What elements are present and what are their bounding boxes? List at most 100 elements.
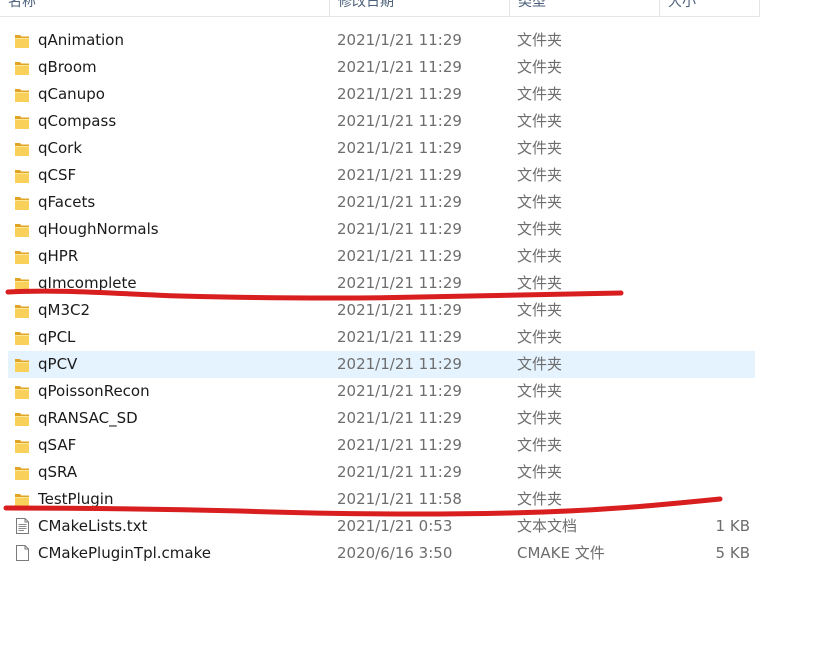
file-list: qAnimation 2021/1/21 11:29 文件夹 qBroom 2021/1… bbox=[0, 27, 825, 567]
file-row[interactable]: qPCL 2021/1/21 11:29 文件夹 bbox=[0, 324, 825, 351]
modified-date: 2021/1/21 11:29 bbox=[337, 112, 462, 130]
file-row[interactable]: qSAF 2021/1/21 11:29 文件夹 bbox=[0, 432, 825, 459]
file-name: qPoissonRecon bbox=[38, 382, 150, 400]
file-type: 文件夹 bbox=[517, 31, 563, 49]
folder-icon bbox=[15, 60, 29, 75]
file-name: qCanupo bbox=[38, 85, 105, 103]
file-row[interactable]: qCSF 2021/1/21 11:29 文件夹 bbox=[0, 162, 825, 189]
file-type: 文件夹 bbox=[517, 355, 563, 373]
file-type: 文件夹 bbox=[517, 463, 563, 481]
file-row[interactable]: qRANSAC_SD 2021/1/21 11:29 文件夹 bbox=[0, 405, 825, 432]
folder-icon bbox=[15, 384, 29, 399]
column-header-name[interactable]: 名称 bbox=[0, 0, 330, 16]
file-type: 文件夹 bbox=[517, 85, 563, 103]
folder-icon bbox=[15, 492, 29, 507]
file-row[interactable]: qCompass 2021/1/21 11:29 文件夹 bbox=[0, 108, 825, 135]
column-header-bar: 名称 修改日期 类型 大小 bbox=[0, 0, 760, 17]
column-header-date-label: 修改日期 bbox=[338, 0, 394, 10]
file-type: 文件夹 bbox=[517, 409, 563, 427]
folder-icon bbox=[15, 222, 29, 237]
file-row[interactable]: qPCV 2021/1/21 11:29 文件夹 bbox=[0, 351, 825, 378]
file-type: 文件夹 bbox=[517, 490, 563, 508]
modified-date: 2021/1/21 11:29 bbox=[337, 355, 462, 373]
column-divider[interactable] bbox=[759, 0, 760, 16]
column-header-type[interactable]: 类型 bbox=[510, 0, 660, 16]
folder-icon bbox=[15, 438, 29, 453]
folder-icon bbox=[15, 87, 29, 102]
modified-date: 2021/1/21 11:29 bbox=[337, 463, 462, 481]
file-name: qBroom bbox=[38, 58, 97, 76]
column-header-size-label: 大小 bbox=[668, 0, 696, 10]
file-type: 文件夹 bbox=[517, 274, 563, 292]
file-type: 文件夹 bbox=[517, 382, 563, 400]
file-row[interactable]: TestPlugin 2021/1/21 11:58 文件夹 bbox=[0, 486, 825, 513]
folder-icon bbox=[15, 195, 29, 210]
modified-date: 2021/1/21 0:53 bbox=[337, 517, 453, 535]
file-name: qSRA bbox=[38, 463, 78, 481]
modified-date: 2020/6/16 3:50 bbox=[337, 544, 453, 562]
file-name: qAnimation bbox=[38, 31, 124, 49]
file-type: 文件夹 bbox=[517, 58, 563, 76]
file-icon bbox=[16, 545, 29, 561]
modified-date: 2021/1/21 11:29 bbox=[337, 31, 462, 49]
file-name: CMakeLists.txt bbox=[38, 517, 148, 535]
modified-date: 2021/1/21 11:29 bbox=[337, 193, 462, 211]
file-size: 5 KB bbox=[715, 544, 750, 562]
modified-date: 2021/1/21 11:29 bbox=[337, 382, 462, 400]
modified-date: 2021/1/21 11:29 bbox=[337, 274, 462, 292]
file-row[interactable]: qM3C2 2021/1/21 11:29 文件夹 bbox=[0, 297, 825, 324]
file-name: qPCV bbox=[38, 355, 78, 373]
file-type: 文件夹 bbox=[517, 301, 563, 319]
modified-date: 2021/1/21 11:29 bbox=[337, 85, 462, 103]
file-name: qCSF bbox=[38, 166, 77, 184]
file-row[interactable]: qCork 2021/1/21 11:29 文件夹 bbox=[0, 135, 825, 162]
file-row[interactable]: qBroom 2021/1/21 11:29 文件夹 bbox=[0, 54, 825, 81]
folder-icon bbox=[15, 276, 29, 291]
column-header-size[interactable]: 大小 bbox=[660, 0, 760, 16]
file-name: qHPR bbox=[38, 247, 79, 265]
column-header-type-label: 类型 bbox=[518, 0, 546, 10]
file-row[interactable]: CMakeLists.txt 2021/1/21 0:53 文本文档 1 KB bbox=[0, 513, 825, 540]
file-name: qM3C2 bbox=[38, 301, 91, 319]
modified-date: 2021/1/21 11:29 bbox=[337, 166, 462, 184]
file-name: qRANSAC_SD bbox=[38, 409, 138, 427]
folder-icon bbox=[15, 249, 29, 264]
file-name: CMakePluginTpl.cmake bbox=[38, 544, 211, 562]
file-row[interactable]: qCanupo 2021/1/21 11:29 文件夹 bbox=[0, 81, 825, 108]
file-row[interactable]: qFacets 2021/1/21 11:29 文件夹 bbox=[0, 189, 825, 216]
file-name: qImcomplete bbox=[38, 274, 137, 292]
file-row[interactable]: CMakePluginTpl.cmake 2020/6/16 3:50 CMAKE … bbox=[0, 540, 825, 567]
folder-icon bbox=[15, 411, 29, 426]
file-name: qFacets bbox=[38, 193, 96, 211]
text-file-icon bbox=[16, 518, 29, 534]
file-name: TestPlugin bbox=[38, 490, 114, 508]
file-row[interactable]: qSRA 2021/1/21 11:29 文件夹 bbox=[0, 459, 825, 486]
file-row[interactable]: qPoissonRecon 2021/1/21 11:29 文件夹 bbox=[0, 378, 825, 405]
file-type: 文件夹 bbox=[517, 139, 563, 157]
file-row[interactable]: qAnimation 2021/1/21 11:29 文件夹 bbox=[0, 27, 825, 54]
folder-icon bbox=[15, 330, 29, 345]
file-row[interactable]: qHPR 2021/1/21 11:29 文件夹 bbox=[0, 243, 825, 270]
modified-date: 2021/1/21 11:58 bbox=[337, 490, 462, 508]
file-name: qCompass bbox=[38, 112, 117, 130]
modified-date: 2021/1/21 11:29 bbox=[337, 58, 462, 76]
file-type: 文件夹 bbox=[517, 166, 563, 184]
file-type: CMAKE 文件 bbox=[517, 544, 605, 562]
folder-icon bbox=[15, 168, 29, 183]
folder-icon bbox=[15, 303, 29, 318]
file-type: 文件夹 bbox=[517, 328, 563, 346]
column-header-name-label: 名称 bbox=[8, 0, 36, 10]
file-row[interactable]: qHoughNormals 2021/1/21 11:29 文件夹 bbox=[0, 216, 825, 243]
file-row[interactable]: qImcomplete 2021/1/21 11:29 文件夹 bbox=[0, 270, 825, 297]
modified-date: 2021/1/21 11:29 bbox=[337, 301, 462, 319]
file-type: 文本文档 bbox=[517, 517, 578, 535]
folder-icon bbox=[15, 33, 29, 48]
file-name: qSAF bbox=[38, 436, 77, 454]
modified-date: 2021/1/21 11:29 bbox=[337, 409, 462, 427]
file-type: 文件夹 bbox=[517, 247, 563, 265]
column-header-date[interactable]: 修改日期 bbox=[330, 0, 510, 16]
file-size: 1 KB bbox=[715, 517, 750, 535]
file-type: 文件夹 bbox=[517, 193, 563, 211]
folder-icon bbox=[15, 141, 29, 156]
modified-date: 2021/1/21 11:29 bbox=[337, 328, 462, 346]
